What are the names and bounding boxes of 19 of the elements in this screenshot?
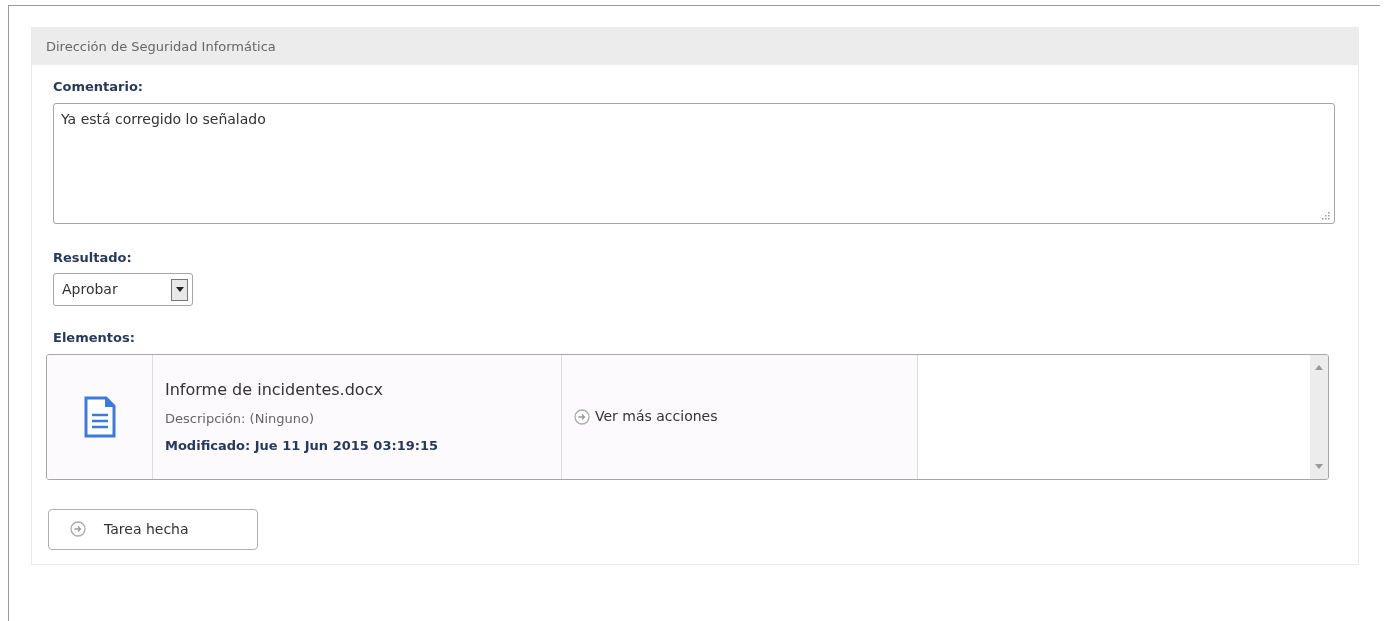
arrow-circle-icon [574, 408, 590, 425]
result-label: Resultado: [53, 248, 133, 267]
scroll-down-icon[interactable] [1315, 463, 1323, 469]
comment-label: Comentario: [53, 78, 145, 96]
document-icon [83, 395, 116, 438]
elements-label: Elementos: [53, 329, 136, 347]
more-actions-link[interactable]: Ver más acciones [574, 406, 718, 427]
file-modified: Modificado: Jue 11 Jun 2015 03:19:15 [165, 436, 439, 455]
comment-field[interactable]: Ya está corregido lo señalado [53, 102, 1335, 224]
file-name[interactable]: Informe de incidentes.docx [165, 378, 561, 402]
resize-grip-icon[interactable] [1322, 211, 1330, 220]
result-select[interactable]: Aprobar [53, 273, 193, 306]
result-value: Aprobar [62, 280, 118, 299]
scrollbar[interactable] [1310, 354, 1328, 479]
scroll-up-icon[interactable] [1315, 364, 1323, 370]
arrow-circle-icon [70, 521, 86, 537]
task-done-button[interactable]: Tarea hecha [48, 508, 258, 550]
file-description: Descripción: (Ninguno) [165, 410, 315, 428]
panel-title: Dirección de Seguridad Informática [32, 28, 1358, 65]
